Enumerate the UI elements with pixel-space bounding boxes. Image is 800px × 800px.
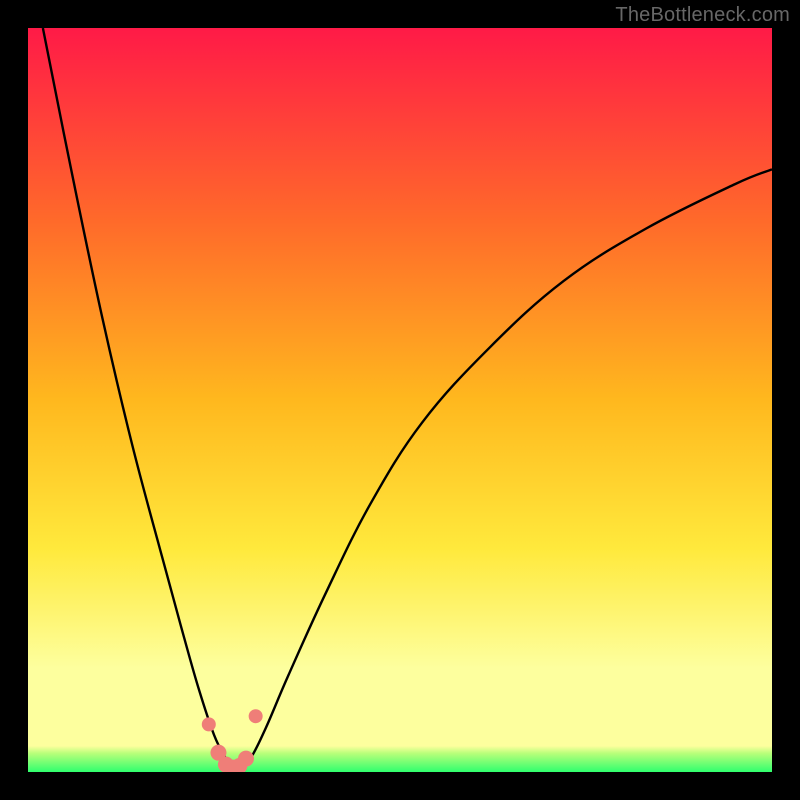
gradient-background [28, 28, 772, 772]
plot-area [28, 28, 772, 772]
watermark-text: TheBottleneck.com [615, 4, 790, 27]
marker-dot [202, 717, 216, 731]
marker-dot [238, 751, 254, 767]
chart-stage: TheBottleneck.com [0, 0, 800, 800]
marker-dot [249, 709, 263, 723]
bottleneck-chart [28, 28, 772, 772]
